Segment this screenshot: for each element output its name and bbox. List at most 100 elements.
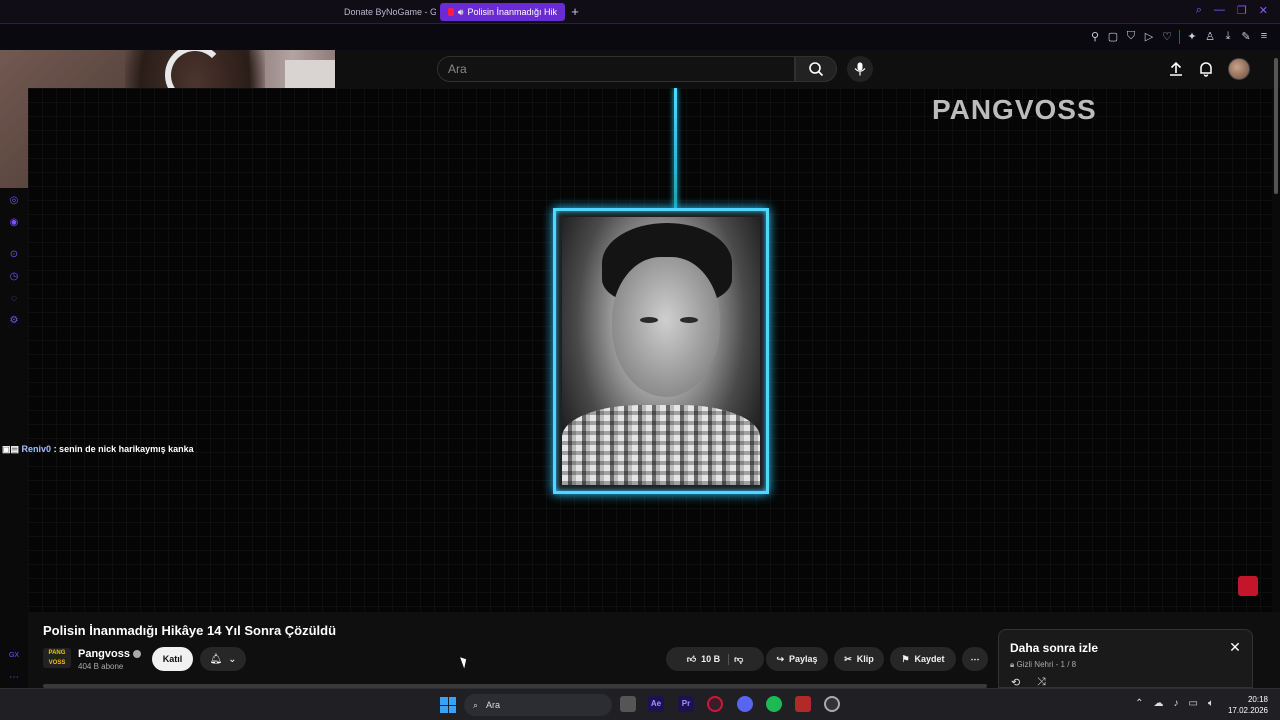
like-button[interactable]: 👍︎ 10 B xyxy=(687,653,730,665)
channel-name[interactable]: Pangvoss xyxy=(78,648,130,660)
obs-icon[interactable] xyxy=(824,696,840,712)
premiere-icon[interactable]: Pr xyxy=(678,696,694,712)
discord-taskbar-icon[interactable] xyxy=(737,696,753,712)
play-icon[interactable]: ▷ xyxy=(1143,30,1155,44)
channel-avatar[interactable]: PANG VOSS xyxy=(43,648,71,668)
search-icon xyxy=(809,62,824,77)
minimize-icon[interactable]: — xyxy=(1214,4,1225,20)
photo-face xyxy=(612,257,720,397)
ai-icon[interactable]: ✎ xyxy=(1240,30,1252,44)
playlist-privacy: Gizli xyxy=(1016,660,1033,669)
tab-donate[interactable]: Donate ByNoGame - Gele xyxy=(336,3,436,21)
bell-icon: 🔔︎ xyxy=(209,653,223,665)
chat-text: : senin de nick harikaymış kanka xyxy=(53,444,194,454)
account-avatar[interactable] xyxy=(1228,58,1250,80)
taskbar-clock[interactable]: 20:18 17.02.2026 xyxy=(1228,694,1268,716)
suspect-photo xyxy=(562,217,760,485)
opera-gx-icon[interactable] xyxy=(707,696,723,712)
new-tab-button[interactable]: + xyxy=(568,3,582,21)
taskbar-search-label: Ara xyxy=(486,700,501,710)
header-right-controls xyxy=(1168,58,1250,80)
clip-button[interactable]: ✂ Klip xyxy=(834,647,884,671)
page-scrollbar[interactable] xyxy=(1274,58,1278,194)
like-count: 10 B xyxy=(701,654,721,664)
clock-time: 20:18 xyxy=(1247,695,1268,704)
save-button[interactable]: ⚑ Kaydet xyxy=(890,647,956,671)
history-icon[interactable]: ◷ xyxy=(8,271,20,283)
subscriber-count: 404 B abone xyxy=(78,662,124,671)
shield-icon[interactable]: ⛉ xyxy=(1125,30,1137,44)
discord-icon[interactable]: ◉ xyxy=(8,217,20,229)
spotify-icon[interactable] xyxy=(766,696,782,712)
video-player[interactable]: PANGVOSS xyxy=(28,88,1272,612)
join-button[interactable]: Katıl xyxy=(152,647,193,671)
stream-sidebar: ◎ ◉ ⊙ ◷ ◌ ⚙ GX ⋯ xyxy=(0,190,28,690)
tray-cloud-icon[interactable]: ☁ xyxy=(1154,698,1164,709)
subscription-bell-button[interactable]: 🔔︎ ⌄ xyxy=(200,647,246,671)
browser-toolbar: ⚲ ▢ ⛉ ▷ ♡ ✦ ♙ ⤓ ✎ ≡ xyxy=(0,24,1280,50)
notifications-bell-icon[interactable] xyxy=(1198,61,1214,77)
verified-badge-icon xyxy=(132,650,141,659)
youtube-header: Ara xyxy=(336,50,1280,88)
tab-youtube-active[interactable]: 🔊︎ Polisin İnanmadığı Hik xyxy=(440,3,565,21)
heart-icon[interactable]: ♡ xyxy=(1161,30,1173,44)
close-window-icon[interactable]: ✕ xyxy=(1259,4,1268,20)
settings-gear-icon[interactable]: ⚙ xyxy=(8,315,20,327)
search-tabs-icon[interactable]: ⌕ xyxy=(1196,4,1202,20)
chat-badge-icon: ▣▤ xyxy=(2,444,20,454)
playlist-owner: Nehri xyxy=(1034,660,1054,669)
more-dots-icon[interactable]: ⋯ xyxy=(8,672,20,684)
media-app-icon[interactable] xyxy=(795,696,811,712)
download-icon[interactable]: ⤓ xyxy=(1222,30,1234,44)
tray-volume-icon[interactable]: 🔈︎ xyxy=(1208,698,1214,709)
tab-label: Donate ByNoGame - Gele xyxy=(344,7,436,17)
microphone-icon xyxy=(854,62,866,76)
playlist-title[interactable]: Daha sonra izle xyxy=(1010,641,1098,655)
close-playlist-icon[interactable]: ✕ xyxy=(1228,640,1242,654)
pin-icon[interactable]: ⚲ xyxy=(1089,30,1101,44)
save-label: Kaydet xyxy=(914,654,945,664)
gx-icon[interactable]: GX xyxy=(8,650,20,662)
browser-tab-strip: Donate ByNoGame - Gele 🔊︎ Polisin İnanma… xyxy=(0,0,1280,24)
tray-display-icon[interactable]: ▭ xyxy=(1189,698,1198,709)
instagram-icon[interactable]: ◎ xyxy=(8,195,20,207)
chat-overlay-message: ▣▤ Reniv0 : senin de nick harikaymış kan… xyxy=(2,444,194,455)
channel-name-row[interactable]: Pangvoss xyxy=(78,648,141,660)
profile-icon[interactable]: ♙ xyxy=(1204,30,1216,44)
suspect-photo-frame xyxy=(553,208,769,494)
bookmark-icon: ⚑ xyxy=(901,653,910,664)
share-arrow-icon: ↪ xyxy=(776,653,784,664)
start-button[interactable] xyxy=(440,697,456,713)
more-horizontal-icon: ⋯ xyxy=(970,653,980,664)
toolbar-divider xyxy=(1179,30,1180,44)
windows-taskbar: ⌕ Ara Ae Pr ⌃ ☁ ♪ ▭ 🔈︎ 20:18 17.02.2026 xyxy=(0,688,1280,720)
clip-label: Klip xyxy=(856,654,874,664)
playlist-meta: 🔒︎ Gizli Nehri - 1 / 8 xyxy=(1010,660,1076,670)
tray-chevron-up-icon[interactable]: ⌃ xyxy=(1135,698,1143,709)
more-actions-button[interactable]: ⋯ xyxy=(962,647,988,671)
speaker-icon[interactable]: 🔊︎ xyxy=(458,7,464,18)
extensions-icon[interactable]: ✦ xyxy=(1186,30,1198,44)
photo-right-eye xyxy=(680,317,698,323)
start-tile xyxy=(448,697,456,705)
snapshot-icon[interactable]: ▢ xyxy=(1107,30,1119,44)
voice-search-button[interactable] xyxy=(847,56,873,82)
after-effects-icon[interactable]: Ae xyxy=(648,696,664,712)
playlist-panel: Daha sonra izle 🔒︎ Gizli Nehri - 1 / 8 ✕… xyxy=(998,629,1253,689)
scissors-icon: ✂ xyxy=(844,653,852,664)
player-icon[interactable]: ⊙ xyxy=(8,249,20,261)
chat-bubble-icon[interactable]: ◌ xyxy=(8,293,20,305)
share-button[interactable]: ↪ Paylaş xyxy=(766,647,828,671)
menu-icon[interactable]: ≡ xyxy=(1258,30,1270,44)
lock-icon: 🔒︎ xyxy=(1010,660,1015,669)
search-input[interactable]: Ara xyxy=(437,56,795,82)
clock-date: 17.02.2026 xyxy=(1227,706,1268,715)
channel-corner-badge-icon xyxy=(1238,576,1258,596)
file-explorer-icon[interactable] xyxy=(620,696,636,712)
restore-icon[interactable]: ❐ xyxy=(1237,4,1247,20)
thumbs-down-icon[interactable]: 👎︎ xyxy=(734,654,743,665)
search-button[interactable] xyxy=(795,56,837,82)
upload-icon[interactable] xyxy=(1168,61,1184,77)
taskbar-search[interactable]: ⌕ Ara xyxy=(464,694,612,716)
tray-mic-icon[interactable]: ♪ xyxy=(1174,698,1179,709)
